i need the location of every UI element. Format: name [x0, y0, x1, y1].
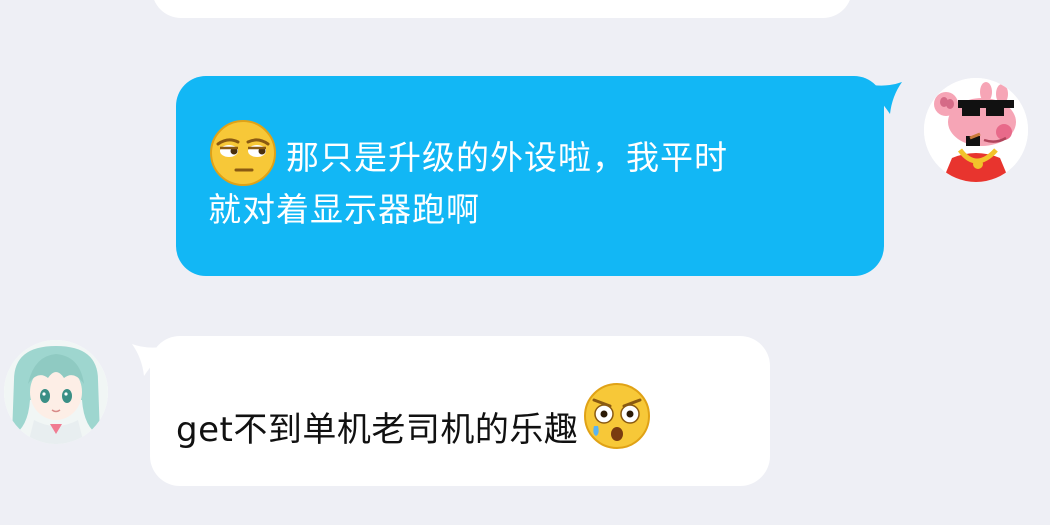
- shocked-face-icon: [582, 383, 654, 468]
- smirk-face-icon: [208, 120, 282, 186]
- peppa-pig-icon: [924, 78, 1028, 182]
- peppa-pig-sunglasses-avatar[interactable]: [924, 78, 1028, 182]
- outgoing-message-line-2: 就对着显示器跑啊: [208, 190, 480, 229]
- outgoing-message-text: 那只是升级的外设啦，我平时 就对着显示器跑啊: [208, 120, 868, 236]
- incoming-message-line: get不到单机老司机的乐趣: [176, 409, 579, 450]
- outgoing-message-line-1: 那只是升级的外设啦，我平时: [286, 138, 728, 177]
- anime-girl-icon: [4, 340, 108, 444]
- anime-girl-avatar[interactable]: [4, 340, 108, 444]
- incoming-message-text: get不到单机老司机的乐趣: [176, 383, 654, 468]
- previous-message-bubble[interactable]: [152, 0, 852, 18]
